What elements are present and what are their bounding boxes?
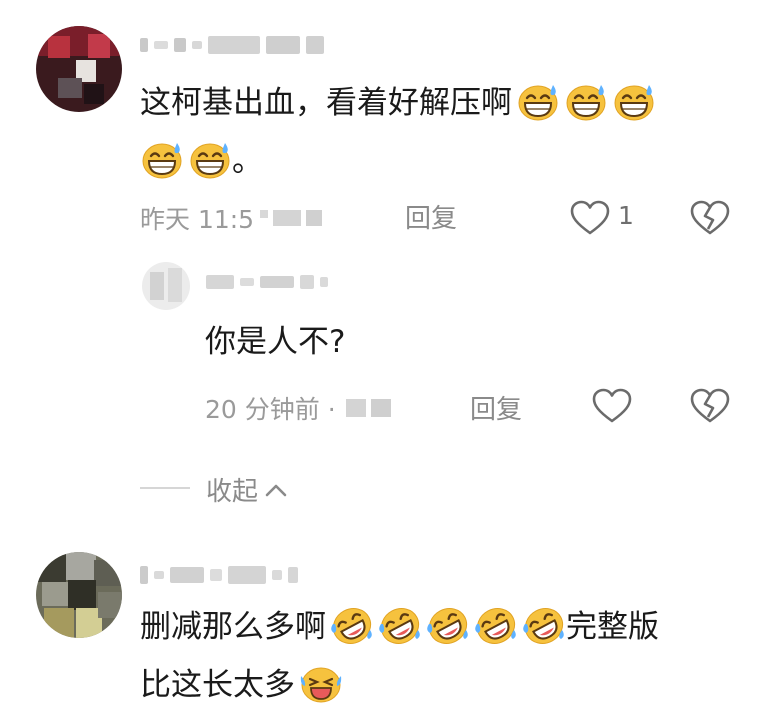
comment-text: 这柯基出血，看着好解压啊 bbox=[140, 82, 656, 123]
heart-icon[interactable] bbox=[570, 200, 610, 236]
username-blurred[interactable] bbox=[140, 566, 298, 584]
avatar[interactable] bbox=[36, 552, 122, 638]
rofl-emoji bbox=[474, 606, 518, 646]
like-count: 1 bbox=[618, 201, 634, 230]
comment2-text-tail: 完整版 bbox=[566, 609, 659, 645]
rofl-emoji bbox=[522, 606, 566, 646]
rofl-emoji bbox=[426, 606, 470, 646]
username-blurred[interactable] bbox=[140, 36, 324, 54]
comment-meta: 昨天 11:5 bbox=[140, 200, 323, 236]
comment-time: 昨天 11:5 bbox=[140, 205, 255, 234]
reply-username-blurred[interactable] bbox=[206, 275, 328, 289]
reply-location-blurred bbox=[345, 399, 391, 417]
broken-heart-icon[interactable] bbox=[690, 388, 730, 424]
broken-heart-icon[interactable] bbox=[690, 200, 730, 236]
comment-text-line2: 。 bbox=[136, 140, 263, 181]
collapse-divider bbox=[140, 487, 190, 489]
chevron-up-icon bbox=[265, 484, 287, 496]
heart-icon[interactable] bbox=[592, 388, 632, 424]
rofl-emoji bbox=[330, 606, 374, 646]
avatar[interactable] bbox=[36, 26, 122, 112]
comment2-text-head: 删减那么多啊 bbox=[140, 609, 326, 645]
comment-text-tail: 。 bbox=[232, 143, 263, 179]
laugh-sweat-emoji bbox=[299, 664, 343, 704]
reply-button[interactable]: 回复 bbox=[405, 198, 457, 235]
comment-text-line1: 这柯基出血，看着好解压啊 bbox=[140, 85, 512, 121]
collapse-label: 收起 bbox=[206, 477, 259, 507]
reply-time: 20 分钟前 · bbox=[205, 395, 336, 424]
grin-sweat-emoji bbox=[140, 140, 184, 180]
grin-sweat-emoji bbox=[516, 82, 560, 122]
reply-meta: 20 分钟前 · bbox=[205, 390, 391, 426]
grin-sweat-emoji bbox=[612, 82, 656, 122]
comment2-text: 删减那么多啊 完整版 bbox=[140, 606, 659, 647]
comment2-text-line2-content: 比这长太多 bbox=[140, 667, 295, 703]
grin-sweat-emoji bbox=[188, 140, 232, 180]
location-blurred bbox=[260, 210, 323, 226]
reply-avatar[interactable] bbox=[142, 262, 190, 310]
reply-text: 你是人不? bbox=[205, 324, 346, 360]
reply-reply-button[interactable]: 回复 bbox=[470, 389, 522, 426]
collapse-button[interactable]: 收起 bbox=[206, 471, 288, 508]
grin-sweat-emoji bbox=[564, 82, 608, 122]
comment2-text-line2: 比这长太多 bbox=[140, 664, 343, 705]
rofl-emoji bbox=[378, 606, 422, 646]
